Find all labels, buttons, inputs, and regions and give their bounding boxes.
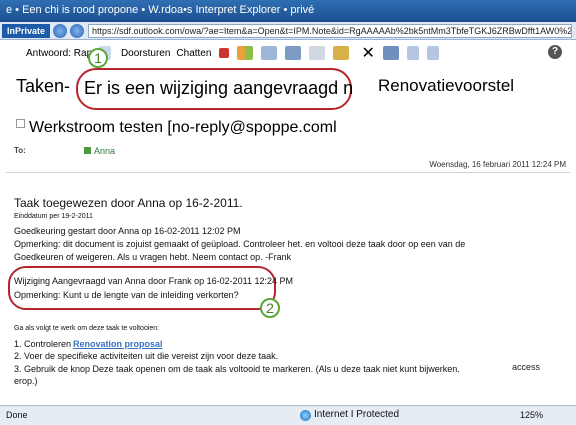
security-zone: Internet I Protected [314,409,400,420]
presence-icon [84,147,91,154]
delete-item-icon[interactable] [309,46,326,60]
body-line: Taak toegewezen door Anna op 16-2-2011. [14,196,243,210]
forward-icon[interactable] [70,23,85,38]
task-notice: Er is een wijziging aangevraagd n [84,78,354,98]
step-line: 2. Voer de specifieke activiteiten uit d… [14,351,279,361]
step-line: 3. Gebruik de knop Deze taak openen om d… [14,364,460,374]
to-label: To: [14,146,26,155]
address-bar: InPrivate https://sdf.outlook.com/owa/?a… [0,22,576,40]
next-icon[interactable] [426,46,439,60]
callout-badge: 1 [88,48,108,68]
step-text: 1. Controleren [14,339,72,349]
body-line: Ga als volgt te werk om deze taak te vol… [14,325,160,332]
step-line: erop.) [14,376,38,386]
checkbox-icon[interactable] [16,119,25,128]
settings-icon[interactable] [382,46,399,60]
flag-icon[interactable] [219,48,230,58]
forward-button[interactable]: Doorsturen [121,48,170,59]
recipient[interactable]: Anna [84,146,115,156]
url-field[interactable]: https://sdf.outlook.com/owa/?ae=Item&a=O… [88,23,572,38]
message-toolbar: Antwoord: Rapt Doorsturen Chatten ✕ [0,40,576,66]
zoom-level[interactable]: 125% [520,410,543,420]
back-icon[interactable] [53,23,68,38]
print-icon[interactable] [285,46,302,60]
help-icon[interactable]: ? [548,45,562,59]
body-line: Goedkeuren of weigeren. Als u vragen heb… [14,252,292,262]
body-line: Opmerking: Kunt u de lengte van de inlei… [14,290,239,300]
task-banner: Taken- Er is een wijziging aangevraagd n… [0,68,576,110]
inprivate-badge: InPrivate [2,23,51,38]
subject-text: Werkstroom testen [no-reply@spoppe.coml [29,119,337,136]
body-line: Goedkeuring gestart door Anna op 16-02-2… [14,226,241,236]
document-name[interactable]: Renovatievoorstel [378,76,514,96]
step-line: 1. Controleren Renovation proposal [14,339,163,349]
callout-outline [8,266,276,310]
message-date: Woensdag, 16 februari 2011 12:24 PM [429,160,566,169]
body-line: Einddatum per 19-2-2011 [14,213,93,220]
move-icon[interactable] [261,46,278,60]
task-label: Taken- [16,76,71,96]
divider [6,172,570,173]
status-bar: Done Internet I Protected 125% [0,405,576,425]
status-text: Done [6,410,28,420]
document-link[interactable]: Renovation proposal [73,339,163,349]
window-title: e • Een chi is rood propone • W.rdoa•s I… [0,0,576,22]
close-icon[interactable]: ✕ [361,43,374,63]
previous-icon[interactable] [406,46,419,60]
reply-button[interactable]: Antwoord: Rapt [26,48,95,59]
chat-button[interactable]: Chatten [176,48,211,59]
recipient-name: Anna [94,146,116,156]
access-label: access [512,362,541,372]
open-task-icon[interactable] [333,46,350,60]
message-subject: Werkstroom testen [no-reply@spoppe.coml [16,119,337,137]
body-line: Opmerking: dit document is zojuist gemaa… [14,239,466,249]
categories-icon[interactable] [237,46,254,60]
body-line: Wijziging Aangevraagd van Anna door Fran… [14,276,294,286]
globe-icon [300,410,311,421]
callout-badge: 2 [260,298,280,318]
